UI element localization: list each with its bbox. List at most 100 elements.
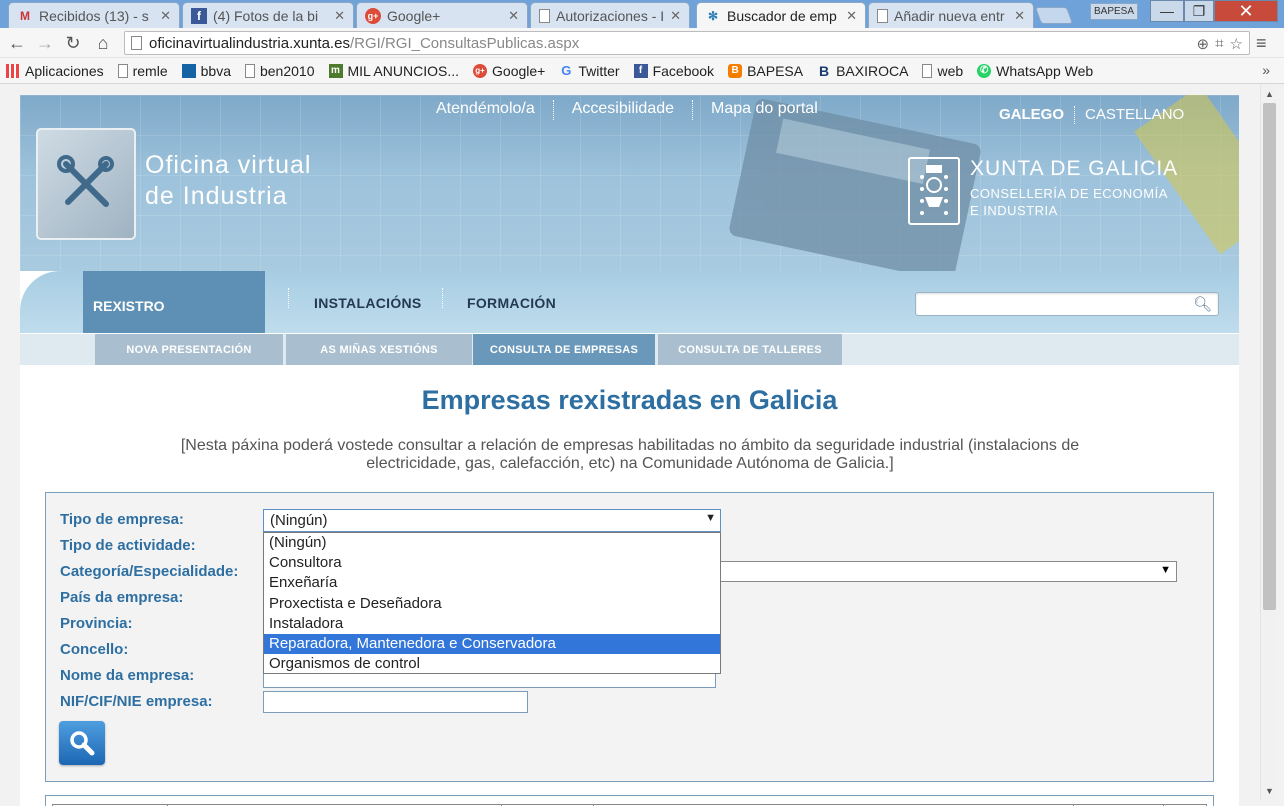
close-icon[interactable]: ✕ <box>670 8 681 24</box>
bookmark-label: ben2010 <box>259 62 315 79</box>
tab-anadir[interactable]: Añadir nueva entr ✕ <box>868 2 1034 28</box>
bookmark-web[interactable]: web <box>922 63 963 79</box>
address-bar[interactable]: oficinavirtualindustria.xunta.es/RGI/RGI… <box>124 31 1250 55</box>
option-ningun[interactable]: (Ningún) <box>264 533 720 553</box>
bookmark-facebook[interactable]: f Facebook <box>633 63 714 79</box>
maximize-icon[interactable]: ❐ <box>1184 0 1214 22</box>
bookmark-whatsapp[interactable]: ✆ WhatsApp Web <box>977 63 1093 79</box>
nif-input[interactable] <box>263 691 528 713</box>
bookmark-aplicaciones[interactable]: Aplicaciones <box>6 63 104 79</box>
tab-facebook[interactable]: f (4) Fotos de la bi ✕ <box>182 2 354 28</box>
site-title[interactable]: Oficina virtual de Industria <box>145 150 311 212</box>
whatsapp-icon: ✆ <box>977 63 992 78</box>
link-accesibilidade[interactable]: Accesibilidade <box>572 100 674 120</box>
close-icon[interactable]: ✕ <box>1014 8 1025 24</box>
bookmark-milanuncios[interactable]: m MIL ANUNCIOS... <box>328 63 459 79</box>
option-proxectista[interactable]: Proxectista e Deseñadora <box>264 594 720 614</box>
site-search-input[interactable]: 🔍︎ <box>915 292 1219 316</box>
tools-logo-icon[interactable] <box>36 128 136 240</box>
subtab-nova-presentacion[interactable]: NOVA PRESENTACIÓN <box>95 334 283 366</box>
subtab-consulta-talleres[interactable]: CONSULTA DE TALLERES <box>658 334 842 366</box>
close-window-icon[interactable]: ✕ <box>1214 0 1278 22</box>
translate-icon[interactable]: ⌗ <box>1215 35 1223 53</box>
subtab-minas-xestions[interactable]: AS MIÑAS XESTIÓNS <box>286 334 472 366</box>
reload-icon[interactable]: ↻ <box>62 32 84 54</box>
bookmark-twitter[interactable]: G Twitter <box>559 63 619 79</box>
tab-autorizaciones[interactable]: Autorizaciones - I ✕ <box>530 2 690 28</box>
chrome-menu-icon[interactable]: ≡ <box>1256 33 1267 54</box>
subtab-consulta-empresas[interactable]: CONSULTA DE EMPRESAS <box>473 334 655 366</box>
bookmark-baxiroca[interactable]: B BAXIROCA <box>817 63 908 79</box>
tipo-empresa-select[interactable]: (Ningún) ▼ <box>263 509 721 532</box>
browser-tabstrip: M Recibidos (13) - s ✕ f (4) Fotos de la… <box>0 0 1284 28</box>
lang-castellano[interactable]: CASTELLANO <box>1085 106 1184 124</box>
home-icon[interactable]: ⌂ <box>92 32 114 54</box>
forward-icon[interactable]: → <box>34 32 56 54</box>
bookmarks-bar: Aplicaciones remle bbva ben2010 m MIL ANU… <box>0 58 1284 84</box>
scroll-down-icon[interactable]: ▼ <box>1265 786 1274 796</box>
label-nif: NIF/CIF/NIE empresa: <box>60 693 213 710</box>
page-info-icon[interactable] <box>131 36 142 50</box>
bookmark-bbva[interactable]: bbva <box>181 62 231 79</box>
label-pais: País da empresa: <box>60 589 184 606</box>
option-reparadora[interactable]: Reparadora, Mantenedora e Conservadora <box>264 633 720 655</box>
tab-label: Buscador de emp <box>727 7 837 24</box>
star-icon[interactable]: ☆ <box>1230 35 1243 53</box>
xunta-logo[interactable]: XUNTA DE GALICIA CONSELLERÍA DE ECONOMÍA… <box>908 157 1178 225</box>
option-consultora[interactable]: Consultora <box>264 553 720 573</box>
close-icon[interactable]: ✕ <box>334 8 345 24</box>
nav-instalacions[interactable]: INSTALACIÓNS <box>314 295 422 311</box>
bookmark-remle[interactable]: remle <box>117 62 168 79</box>
minimize-icon[interactable]: — <box>1150 0 1184 22</box>
tab-buscador[interactable]: ✻ Buscador de emp ✕ <box>696 2 866 28</box>
search-form: Tipo de empresa: Tipo de actividade: Cat… <box>45 492 1214 782</box>
bookmark-label: remle <box>132 62 168 79</box>
bookmark-label: BAXIROCA <box>836 62 909 79</box>
search-button[interactable] <box>59 721 105 765</box>
option-organismos[interactable]: Organismos de control <box>264 654 720 674</box>
nav-formacion[interactable]: FORMACIÓN <box>467 295 556 311</box>
label-nome-empresa: Nome da empresa: <box>60 667 195 684</box>
close-icon[interactable]: ✕ <box>508 8 519 24</box>
google-icon: G <box>561 63 572 78</box>
new-tab-button[interactable] <box>1034 7 1074 24</box>
tab-google-plus[interactable]: g+ Google+ ✕ <box>356 2 528 28</box>
page-scrollbar[interactable]: ▲ ▼ <box>1260 85 1277 800</box>
lang-galego[interactable]: GALEGO <box>999 106 1064 124</box>
site-header: Oficina virtual de Industria Atendémolo/… <box>20 95 1239 271</box>
page-icon <box>539 8 550 23</box>
option-instaladora[interactable]: Instaladora <box>264 614 720 634</box>
link-mapa-portal[interactable]: Mapa do portal <box>711 100 818 120</box>
option-enxenaria[interactable]: Enxeñaría <box>264 573 720 593</box>
bookmark-bapesa[interactable]: B BAPESA <box>728 63 803 79</box>
main-nav: REXISTRO INSTALACIÓNS FORMACIÓN 🔍︎ <box>20 271 1239 333</box>
link-atendemolo[interactable]: Atendémolo/a <box>436 100 535 120</box>
profile-button[interactable]: BAPESA <box>1090 3 1138 20</box>
bookmark-label: Google+ <box>492 62 546 79</box>
page-description: [Nesta páxina poderá vostede consultar a… <box>180 437 1080 472</box>
bookmarks-more-icon[interactable]: » <box>1262 62 1270 78</box>
url-text: oficinavirtualindustria.xunta.es/RGI/RGI… <box>149 35 579 52</box>
close-icon[interactable]: ✕ <box>160 8 171 24</box>
page-viewport: Oficina virtual de Industria Atendémolo/… <box>0 85 1284 806</box>
scroll-up-icon[interactable]: ▲ <box>1265 89 1274 99</box>
bookmark-label: WhatsApp Web <box>996 62 1094 79</box>
magnifier-icon <box>70 731 95 756</box>
bookmark-label: bbva <box>200 62 231 79</box>
back-icon[interactable]: ← <box>6 32 28 54</box>
browser-toolbar: ← → ↻ ⌂ oficinavirtualindustria.xunta.es… <box>0 28 1284 58</box>
xunta-conselleria: CONSELLERÍA DE ECONOMÍA <box>970 186 1168 201</box>
close-icon[interactable]: ✕ <box>846 8 857 24</box>
zoom-icon[interactable]: ⊕ <box>1197 35 1210 53</box>
categoria-select[interactable]: ▼ <box>720 561 1177 582</box>
blogger-icon: B <box>728 63 743 78</box>
nav-rexistro[interactable]: REXISTRO <box>83 271 265 333</box>
bookmark-ben2010[interactable]: ben2010 <box>244 62 315 79</box>
select-value: (Ningún) <box>270 512 328 529</box>
bookmark-google-plus[interactable]: g+ Google+ <box>473 63 545 79</box>
search-icon[interactable]: 🔍︎ <box>1193 295 1212 313</box>
url-path: /RGI/RGI_ConsultasPublicas.aspx <box>349 35 580 52</box>
xunta-industria: E INDUSTRIA <box>970 203 1058 218</box>
scroll-thumb[interactable] <box>1263 103 1276 610</box>
tab-gmail[interactable]: M Recibidos (13) - s ✕ <box>8 2 180 28</box>
